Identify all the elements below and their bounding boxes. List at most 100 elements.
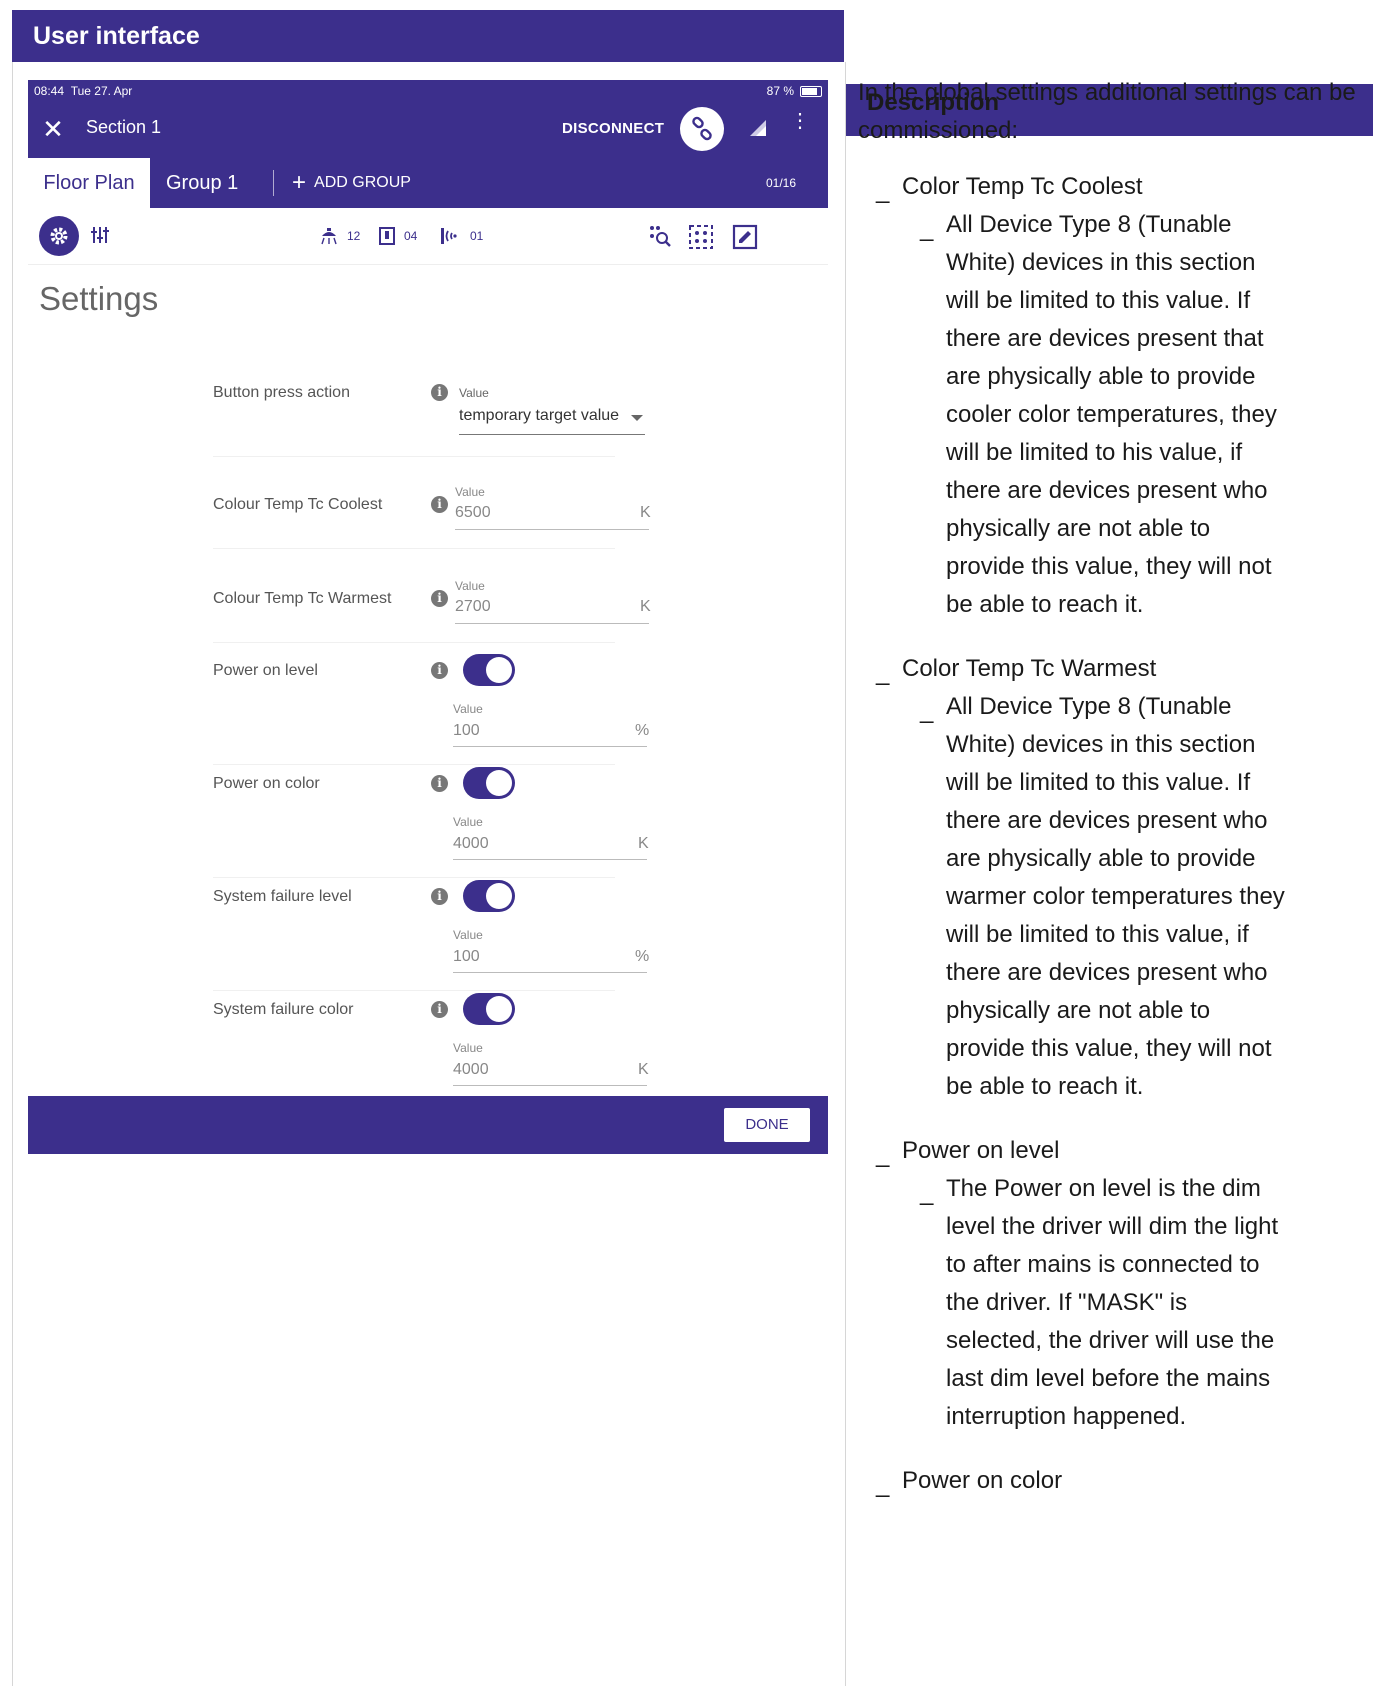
info-icon[interactable]: i — [431, 775, 448, 792]
item-text: All Device Type 8 (Tunable White) device… — [946, 693, 1285, 1100]
tab-bar: Floor Plan Group 1 + ADD GROUP 01/16 — [28, 158, 828, 208]
description-subitem: _ The Power on level is the dim level th… — [858, 1170, 1289, 1436]
settings-button[interactable] — [39, 216, 79, 256]
input-underline — [453, 972, 647, 973]
info-icon[interactable]: i — [431, 590, 448, 607]
bullet-dash: _ — [876, 1471, 890, 1498]
item-text: All Device Type 8 (Tunable White) device… — [946, 211, 1277, 618]
link-button[interactable] — [680, 107, 724, 151]
power-on-level-input[interactable]: 100 — [453, 722, 480, 740]
input-underline — [455, 529, 649, 530]
status-time: 08:44 Tue 27. Apr — [34, 84, 133, 98]
info-icon[interactable]: i — [431, 888, 448, 905]
value-label: Value — [455, 579, 485, 593]
row-divider — [213, 990, 615, 991]
system-failure-color-input[interactable]: 4000 — [453, 1061, 489, 1079]
input-underline — [453, 859, 647, 860]
info-icon[interactable]: i — [431, 496, 448, 513]
tune-sliders-icon[interactable] — [91, 226, 109, 244]
warmest-value-input[interactable]: 2700 — [455, 598, 491, 616]
luminaire-count: 12 — [319, 226, 360, 246]
tool-bar: 12 04 01 — [28, 208, 828, 265]
setting-colour-temp-warmest: Colour Temp Tc Warmest i Value 2700 K — [213, 574, 663, 646]
settings-title: Settings — [39, 280, 159, 317]
setting-label: Power on level — [213, 662, 318, 679]
row-divider — [213, 456, 615, 457]
battery-icon — [800, 85, 822, 97]
power-on-color-toggle[interactable] — [463, 767, 515, 799]
done-button[interactable]: DONE — [724, 1108, 810, 1142]
system-failure-color-toggle[interactable] — [463, 993, 515, 1025]
description-subitem: _ All Device Type 8 (Tunable White) devi… — [858, 688, 1289, 1106]
info-icon[interactable]: i — [431, 1001, 448, 1018]
row-divider — [213, 764, 615, 765]
setting-power-on-level: Power on level i Value 100 % — [213, 654, 663, 766]
power-on-level-toggle[interactable] — [463, 654, 515, 686]
description-item-power-on-level: _ Power on level — [858, 1132, 1363, 1170]
setting-label: Colour Temp Tc Coolest — [213, 496, 383, 513]
info-icon[interactable]: i — [431, 384, 448, 401]
gear-icon — [50, 227, 68, 245]
value-label: Value — [453, 702, 483, 716]
unit-label: K — [640, 598, 651, 615]
disconnect-button[interactable]: DISCONNECT — [562, 120, 664, 137]
page-indicator: 01/16 — [766, 176, 797, 190]
input-underline — [455, 623, 649, 624]
bullet-dash: _ — [920, 1179, 934, 1206]
app-bar: ✕ Section 1 DISCONNECT ⋮ — [28, 102, 828, 158]
select-underline — [459, 434, 645, 435]
description-intro: In the global settings additional settin… — [858, 79, 1356, 144]
setting-power-on-color: Power on color i Value 4000 K — [213, 767, 663, 879]
info-icon[interactable]: i — [431, 662, 448, 679]
tab-group-1[interactable]: Group 1 — [166, 158, 238, 208]
wall-switch-icon — [379, 227, 395, 245]
setting-label: Colour Temp Tc Warmest — [213, 590, 392, 607]
setting-system-failure-level: System failure level i Value 100 % — [213, 880, 663, 992]
input-underline — [453, 1085, 647, 1086]
footer-bar: DONE — [28, 1096, 828, 1154]
plus-icon: + — [292, 169, 307, 196]
system-failure-level-input[interactable]: 100 — [453, 948, 480, 966]
value-label: Value — [453, 1041, 483, 1055]
value-label: Value — [459, 386, 489, 400]
coolest-value-input[interactable]: 6500 — [455, 504, 491, 522]
system-failure-level-toggle[interactable] — [463, 880, 515, 912]
setting-label: Button press action — [213, 384, 350, 401]
setting-button-press-action: Button press action i Value temporary ta… — [213, 380, 663, 460]
more-vert-icon[interactable]: ⋮ — [790, 111, 810, 131]
item-title: Power on color — [902, 1467, 1063, 1494]
sensor-icon — [441, 228, 457, 244]
search-devices-icon[interactable] — [649, 224, 673, 248]
tab-floor-plan[interactable]: Floor Plan — [28, 158, 150, 208]
table-border-left — [12, 62, 13, 1686]
item-title: Color Temp Tc Coolest — [902, 173, 1143, 200]
row-divider — [213, 877, 615, 878]
input-underline — [453, 746, 647, 747]
table-column-divider — [845, 62, 846, 1686]
row-divider — [213, 642, 615, 643]
section-title: Section 1 — [86, 117, 162, 137]
edit-plan-icon[interactable] — [732, 224, 758, 250]
description-item-warmest: _ Color Temp Tc Warmest — [858, 650, 1363, 688]
item-title: Color Temp Tc Warmest — [902, 655, 1157, 682]
description-text: In the global settings additional settin… — [858, 74, 1363, 1500]
select-area-icon[interactable] — [688, 224, 714, 250]
unit-label: K — [638, 1061, 649, 1078]
unit-label: K — [638, 835, 649, 852]
description-subitem: _ All Device Type 8 (Tunable White) devi… — [858, 206, 1289, 624]
close-icon[interactable]: ✕ — [38, 114, 68, 144]
power-on-color-input[interactable]: 4000 — [453, 835, 489, 853]
add-group-button[interactable]: + ADD GROUP — [292, 158, 411, 208]
bullet-dash: _ — [920, 697, 934, 724]
unit-label: K — [640, 504, 651, 521]
dropdown-arrow-icon[interactable] — [631, 415, 643, 421]
ui-column-header: User interface — [12, 10, 844, 62]
item-text: The Power on level is the dim level the … — [946, 1175, 1279, 1430]
setting-colour-temp-coolest: Colour Temp Tc Coolest i Value 6500 K — [213, 480, 663, 570]
value-label: Value — [453, 928, 483, 942]
button-press-action-select[interactable]: temporary target value — [459, 407, 619, 425]
tab-divider — [273, 170, 274, 196]
switch-count: 04 — [378, 226, 417, 246]
setting-label: System failure color — [213, 1001, 354, 1018]
battery-status: 87 % — [767, 80, 822, 102]
